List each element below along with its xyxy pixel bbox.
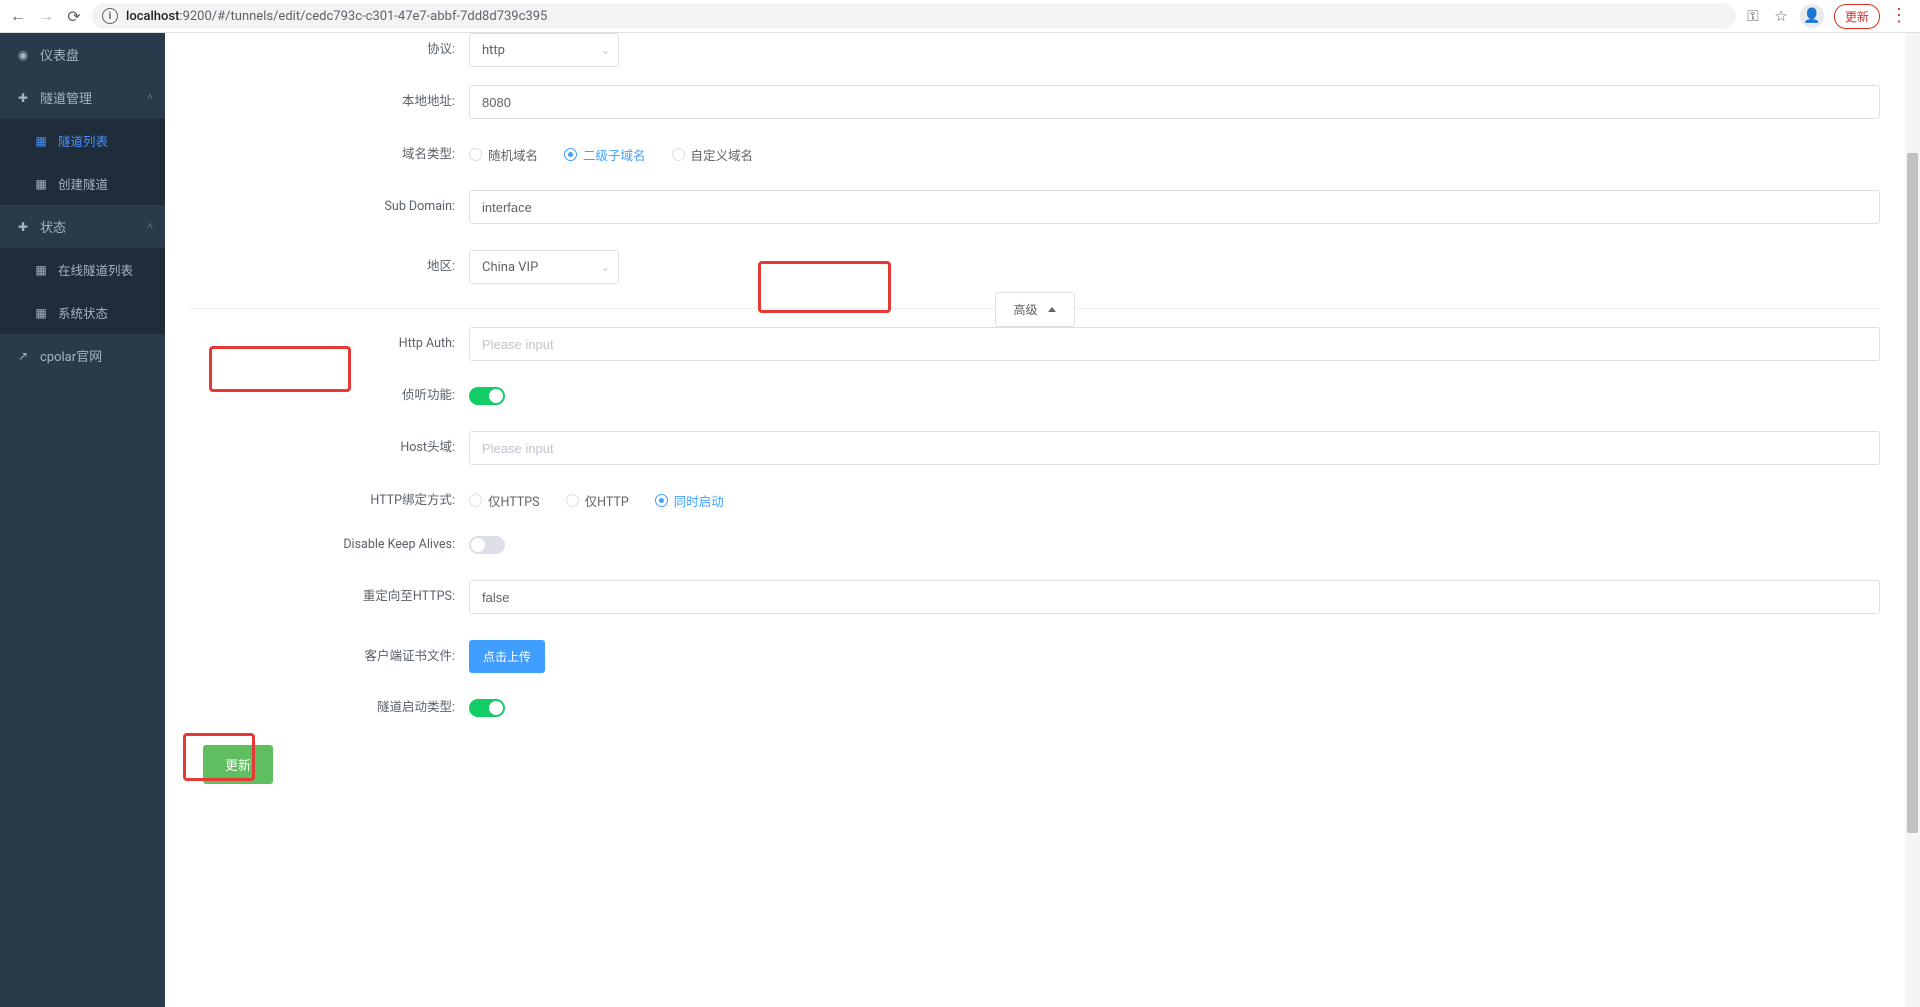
- grid-icon: ▦: [34, 263, 48, 277]
- local-address-input[interactable]: [469, 85, 1880, 119]
- radio-label: 自定义域名: [691, 145, 754, 164]
- chevron-up-icon: ˄: [147, 92, 153, 103]
- bookmark-star-icon[interactable]: ☆: [1772, 7, 1790, 25]
- chevron-down-icon: ⌄: [601, 261, 610, 274]
- radio-label: 同时启动: [674, 491, 724, 510]
- region-label: 地区:: [189, 258, 469, 276]
- advanced-divider: 高级: [189, 308, 1880, 309]
- sidebar-item-tunnel-list[interactable]: ▦ 隧道列表: [0, 119, 165, 162]
- radio-label: 随机域名: [488, 145, 538, 164]
- host-header-label: Host头域:: [189, 439, 469, 457]
- protocol-select[interactable]: http ⌄: [469, 33, 619, 67]
- http-bind-radio-group: 仅HTTPS 仅HTTP 同时启动: [469, 491, 724, 510]
- grid-icon: ▦: [34, 134, 48, 148]
- sidebar-item-tunnel-mgmt[interactable]: ✚ 隧道管理 ˄: [0, 76, 165, 119]
- chevron-up-icon: ˄: [147, 221, 153, 232]
- dashboard-icon: ◉: [16, 48, 30, 62]
- sidebar-item-label: 隧道管理: [40, 88, 92, 107]
- tunnel-start-type-label: 隧道启动类型:: [189, 699, 469, 717]
- radio-custom-domain[interactable]: 自定义域名: [672, 145, 754, 164]
- protocol-label: 协议:: [189, 41, 469, 59]
- sidebar: ◉ 仪表盘 ✚ 隧道管理 ˄ ▦ 隧道列表 ▦ 创建隧道 ✚ 状态 ˄ ▦ 在线…: [0, 33, 165, 1007]
- radio-label: 仅HTTPS: [488, 491, 540, 510]
- address-bar[interactable]: i localhost:9200/#/tunnels/edit/cedc793c…: [92, 3, 1736, 29]
- main-content: 协议: http ⌄ 本地地址: 域名类型:: [165, 33, 1920, 1007]
- listen-label: 侦听功能:: [189, 387, 469, 405]
- sidebar-item-online-list[interactable]: ▦ 在线隧道列表: [0, 248, 165, 291]
- sidebar-item-status[interactable]: ✚ 状态 ˄: [0, 205, 165, 248]
- chevron-down-icon: ⌄: [601, 44, 610, 57]
- disable-keep-alives-label: Disable Keep Alives:: [189, 536, 469, 554]
- scrollbar-track[interactable]: [1905, 33, 1920, 1007]
- sidebar-item-system-status[interactable]: ▦ 系统状态: [0, 291, 165, 334]
- http-bind-label: HTTP绑定方式:: [189, 492, 469, 510]
- sidebar-item-dashboard[interactable]: ◉ 仪表盘: [0, 33, 165, 76]
- reload-button[interactable]: ⟳: [64, 6, 84, 26]
- radio-label: 仅HTTP: [585, 491, 629, 510]
- forward-button[interactable]: →: [36, 6, 56, 26]
- plus-circle-icon: ✚: [16, 220, 30, 234]
- radio-label: 二级子域名: [583, 145, 646, 164]
- subdomain-label: Sub Domain:: [189, 198, 469, 216]
- radio-random-domain[interactable]: 随机域名: [469, 145, 538, 164]
- sidebar-item-label: 隧道列表: [58, 131, 108, 150]
- select-value: China VIP: [482, 260, 538, 275]
- http-auth-label: Http Auth:: [189, 335, 469, 353]
- http-auth-input[interactable]: [469, 327, 1880, 361]
- listen-switch[interactable]: [469, 387, 505, 405]
- url-text: localhost:9200/#/tunnels/edit/cedc793c-c…: [126, 9, 547, 24]
- domain-type-radio-group: 随机域名 二级子域名 自定义域名: [469, 145, 753, 164]
- chrome-actions: ⚿ ☆ 👤 更新 ⋮: [1744, 4, 1912, 29]
- chrome-menu-icon[interactable]: ⋮: [1890, 7, 1908, 25]
- tunnel-start-switch[interactable]: [469, 699, 505, 717]
- sidebar-item-create-tunnel[interactable]: ▦ 创建隧道: [0, 162, 165, 205]
- radio-https-only[interactable]: 仅HTTPS: [469, 491, 540, 510]
- sidebar-item-label: 在线隧道列表: [58, 260, 133, 279]
- grid-icon: ▦: [34, 306, 48, 320]
- domain-type-label: 域名类型:: [189, 146, 469, 164]
- plus-circle-icon: ✚: [16, 91, 30, 105]
- scrollbar-thumb[interactable]: [1907, 153, 1918, 833]
- client-cert-label: 客户端证书文件:: [189, 648, 469, 666]
- local-address-label: 本地地址:: [189, 93, 469, 111]
- sidebar-item-label: 系统状态: [58, 303, 108, 322]
- disable-keep-alives-switch[interactable]: [469, 536, 505, 554]
- redirect-https-input[interactable]: [469, 580, 1880, 614]
- grid-icon: ▦: [34, 177, 48, 191]
- submit-button[interactable]: 更新: [203, 745, 273, 784]
- upload-button[interactable]: 点击上传: [469, 640, 545, 673]
- sidebar-item-label: 状态: [40, 217, 66, 236]
- radio-both[interactable]: 同时启动: [655, 491, 724, 510]
- radio-http-only[interactable]: 仅HTTP: [566, 491, 629, 510]
- sidebar-item-label: cpolar官网: [40, 346, 102, 365]
- back-button[interactable]: ←: [8, 6, 28, 26]
- advanced-toggle[interactable]: 高级: [994, 292, 1074, 327]
- sidebar-item-label: 仪表盘: [40, 45, 79, 64]
- advanced-label: 高级: [1013, 301, 1037, 318]
- arrow-up-icon: [1048, 307, 1056, 312]
- nav-arrows: ← → ⟳: [8, 6, 84, 26]
- select-value: http: [482, 43, 505, 58]
- site-info-icon[interactable]: i: [102, 8, 118, 24]
- profile-avatar[interactable]: 👤: [1800, 4, 1824, 28]
- region-select[interactable]: China VIP ⌄: [469, 250, 619, 284]
- external-link-icon: ↗: [16, 349, 30, 363]
- host-header-input[interactable]: [469, 431, 1880, 465]
- browser-update-button[interactable]: 更新: [1834, 4, 1880, 29]
- sidebar-item-label: 创建隧道: [58, 174, 108, 193]
- subdomain-input[interactable]: [469, 190, 1880, 224]
- radio-sub-domain[interactable]: 二级子域名: [564, 145, 646, 164]
- key-icon[interactable]: ⚿: [1744, 7, 1762, 25]
- redirect-https-label: 重定向至HTTPS:: [189, 588, 469, 606]
- sidebar-item-cpolar-site[interactable]: ↗ cpolar官网: [0, 334, 165, 377]
- browser-chrome: ← → ⟳ i localhost:9200/#/tunnels/edit/ce…: [0, 0, 1920, 33]
